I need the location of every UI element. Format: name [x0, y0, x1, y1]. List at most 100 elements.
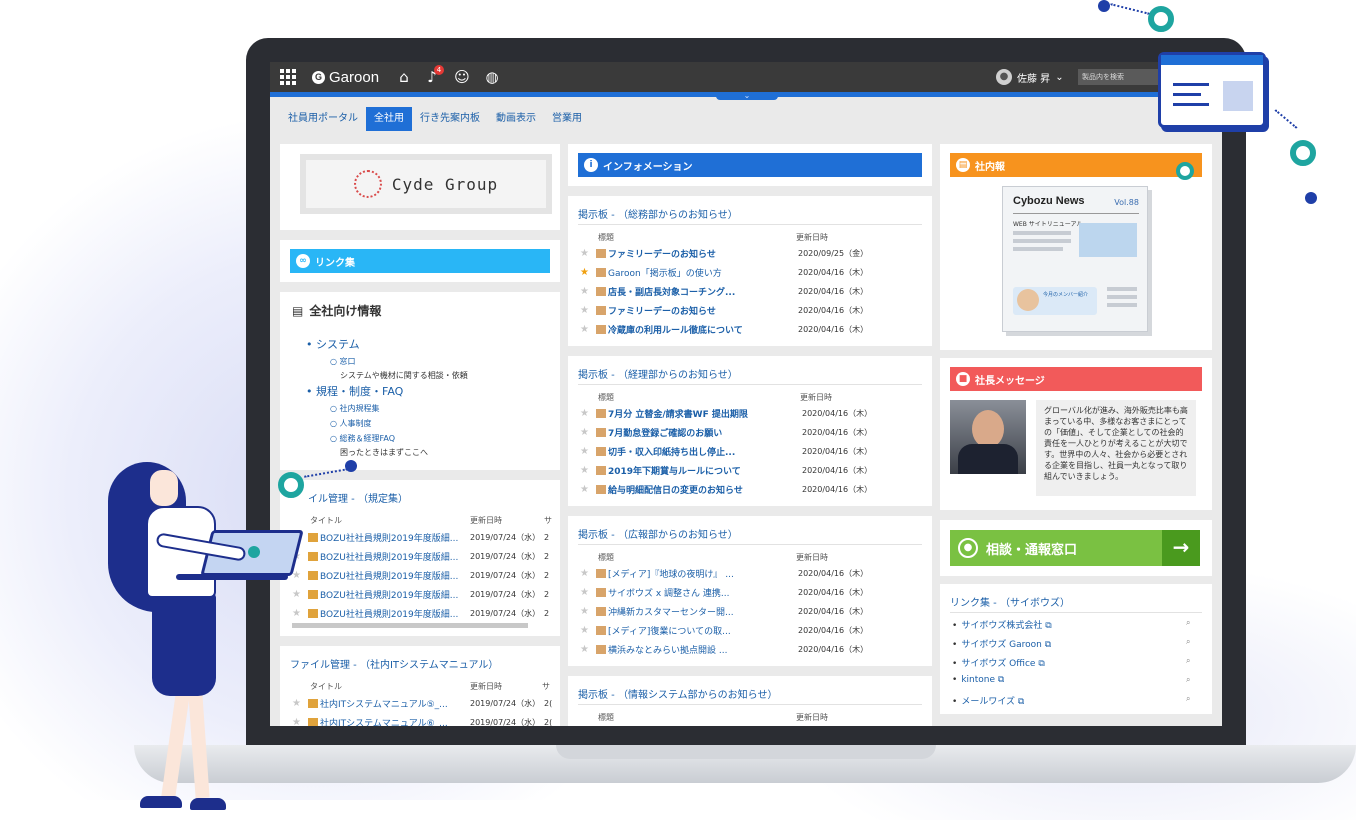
- col-extra: サ: [542, 682, 550, 691]
- table-row[interactable]: ★BOZU社社員規則2019年度版細...2019/07/24（水）2: [292, 604, 554, 623]
- cyde-logo-text: Cyde Group: [391, 174, 499, 194]
- decor-dotted-line: [1110, 3, 1150, 15]
- star-icon[interactable]: ★: [580, 427, 596, 438]
- tab-employee-portal[interactable]: 社員用ポータル: [280, 107, 366, 131]
- info-link-window[interactable]: ○ 窓口: [330, 356, 468, 367]
- info-link-rules[interactable]: • 規程・制度・FAQ: [306, 383, 468, 399]
- star-icon[interactable]: ★: [580, 408, 596, 419]
- table-row[interactable]: ★ サイボウズ x 調整さん 連携... 2020/04/16（木）: [580, 583, 924, 602]
- info-link-regulations[interactable]: ○ 社内規程集: [330, 403, 468, 414]
- board-title[interactable]: 掲示板 - （経理部からのお知らせ）: [578, 366, 738, 381]
- book-icon: [308, 609, 318, 618]
- information-header: i インフォメーション: [578, 153, 922, 177]
- home-icon[interactable]: ⌂: [394, 62, 414, 92]
- link-office[interactable]: • サイボウズ Office ⧉: [952, 656, 1045, 669]
- table-row[interactable]: ★ 2019年下期賞与ルールについて 2020/04/16（木）: [580, 461, 924, 480]
- table-row[interactable]: ★ ファミリーデーのお知らせ 2020/09/25（金）: [580, 244, 924, 263]
- star-icon[interactable]: ★: [580, 286, 596, 297]
- horizontal-scrollbar[interactable]: [292, 623, 528, 628]
- news-image: [1079, 223, 1137, 257]
- table-row[interactable]: ★ 横浜みなとみらい拠点開設 ... 2020/04/16（木）: [580, 640, 924, 659]
- table-row[interactable]: ★ [メディア]復業についての取... 2020/04/16（木）: [580, 621, 924, 640]
- star-icon[interactable]: ★: [580, 484, 596, 495]
- table-row[interactable]: ★ 7月勤怠登録ご確認のお願い 2020/04/16（木）: [580, 423, 924, 442]
- table-row[interactable]: ★BOZU社社員規則2019年度版細...2019/07/24（水）2: [292, 528, 554, 547]
- files-rules-panel: イル管理 - （規定集） タイトル 更新日時 サ ★BOZU社社員規則2019年…: [280, 480, 560, 636]
- link-icon: ∞: [296, 254, 310, 268]
- magnifier-icon[interactable]: ⌕: [1186, 694, 1190, 704]
- tab-video[interactable]: 動画表示: [488, 107, 544, 131]
- files-it-title[interactable]: ファイル管理 - （社内ITシステムマニュアル）: [290, 656, 498, 671]
- table-row[interactable]: ★ 冷蔵庫の利用ルール徹底について 2020/04/16（木）: [580, 320, 924, 339]
- grid-icon[interactable]: [280, 62, 298, 92]
- table-row[interactable]: ★ ファミリーデーのお知らせ 2020/04/16（木）: [580, 301, 924, 320]
- info-link-hr[interactable]: ○ 人事制度: [330, 418, 468, 429]
- newsletter-thumbnail[interactable]: Cybozu News Vol.88 WEB サイトリニューアル 今月のメンバー…: [1002, 186, 1148, 332]
- star-icon[interactable]: ★: [580, 568, 596, 579]
- table-row[interactable]: ★ [メディア]『地球の夜明け』 ... 2020/04/16（木）: [580, 564, 924, 583]
- files-rules-title[interactable]: イル管理 - （規定集）: [308, 490, 408, 505]
- star-icon[interactable]: ★: [580, 465, 596, 476]
- table-row[interactable]: ★ Garoon「掲示板」の使い方 2020/04/16（木）: [580, 263, 924, 282]
- links-header-label: リンク集: [315, 257, 355, 269]
- star-icon[interactable]: ★: [292, 589, 308, 600]
- cybozu-links-title[interactable]: リンク集 - （サイボウズ）: [950, 594, 1070, 609]
- book-icon: [308, 590, 318, 599]
- star-icon[interactable]: ★: [292, 698, 308, 709]
- garoon-logo[interactable]: G Garoon: [312, 62, 379, 92]
- decor-dotted-line: [1274, 109, 1298, 129]
- star-icon[interactable]: ★: [580, 267, 596, 278]
- bell-icon[interactable]: ♪ 4: [422, 62, 444, 92]
- consult-button[interactable]: ● 相談・通報窓口 →: [950, 530, 1200, 566]
- board-title[interactable]: 掲示板 - （情報システム部からのお知らせ）: [578, 686, 777, 701]
- document-icon: ▤: [292, 303, 304, 318]
- col-date: 更新日時: [796, 233, 828, 242]
- board-title[interactable]: 掲示板 - （広報部からのお知らせ）: [578, 526, 738, 541]
- board-title[interactable]: 掲示板 - （総務部からのお知らせ）: [578, 206, 738, 221]
- star-icon[interactable]: ★: [580, 606, 596, 617]
- tab-company-wide[interactable]: 全社用: [366, 107, 412, 131]
- star-icon[interactable]: ★: [580, 587, 596, 598]
- decor-ring: [1176, 162, 1194, 180]
- star-icon[interactable]: ★: [292, 570, 308, 581]
- info-link-system[interactable]: • システム: [306, 336, 468, 352]
- globe-icon[interactable]: ◍: [482, 62, 502, 92]
- table-row[interactable]: ★BOZU社社員規則2019年度版細...2019/07/24（水）2: [292, 585, 554, 604]
- star-icon[interactable]: ★: [580, 625, 596, 636]
- star-icon[interactable]: ★: [580, 644, 596, 655]
- star-icon[interactable]: ★: [580, 305, 596, 316]
- magnifier-icon[interactable]: ⌕: [1186, 675, 1190, 685]
- star-icon[interactable]: ★: [580, 248, 596, 259]
- table-row[interactable]: ★ 店長・副店長対象コーチング... 2020/04/16（木）: [580, 282, 924, 301]
- link-garoon[interactable]: • サイボウズ Garoon ⧉: [952, 637, 1051, 650]
- member-avatar: [1017, 289, 1039, 311]
- chevron-down-icon: ⌄: [1055, 71, 1064, 83]
- link-kintone[interactable]: • kintone ⧉: [952, 675, 1004, 685]
- star-icon[interactable]: ★: [580, 324, 596, 335]
- cyde-logo[interactable]: Cyde Group: [300, 154, 552, 214]
- star-icon[interactable]: ★: [580, 446, 596, 457]
- tab-sales[interactable]: 営業用: [544, 107, 590, 131]
- tab-whereabouts[interactable]: 行き先案内板: [412, 107, 488, 131]
- user-menu[interactable]: ● 佐藤 昇 ⌄: [996, 62, 1064, 92]
- table-row[interactable]: ★BOZU社社員規則2019年度版細...2019/07/24（水）2: [292, 566, 554, 585]
- star-icon[interactable]: ★: [292, 608, 308, 619]
- newsletter-header: ▤ 社内報: [950, 153, 1202, 177]
- table-row[interactable]: ★ 社内ITシステムマニュアル⑥_... 2019/07/24（水） 2(: [292, 713, 554, 726]
- table-row[interactable]: ★ 沖縄新カスタマーセンター開... 2020/04/16（木）: [580, 602, 924, 621]
- col-date: 更新日時: [470, 516, 502, 525]
- table-row[interactable]: ★BOZU社社員規則2019年度版細...2019/07/24（水）2: [292, 547, 554, 566]
- table-row[interactable]: ★ 社内ITシステムマニュアル⑤_... 2019/07/24（水） 2(: [292, 694, 554, 713]
- link-mailwise[interactable]: • メールワイズ ⧉: [952, 694, 1024, 707]
- smiley-icon[interactable]: ☺: [452, 62, 472, 92]
- link-cybozu-inc[interactable]: • サイボウズ株式会社 ⧉: [952, 618, 1052, 631]
- table-row[interactable]: ★ 切手・収入印紙持ち出し停止... 2020/04/16（木）: [580, 442, 924, 461]
- magnifier-icon[interactable]: ⌕: [1186, 618, 1190, 628]
- collapse-toggle[interactable]: ⌄: [716, 92, 778, 100]
- magnifier-icon[interactable]: ⌕: [1186, 656, 1190, 666]
- table-row[interactable]: ★ 給与明細配信日の変更のお知らせ 2020/04/16（木）: [580, 480, 924, 499]
- table-row[interactable]: ★ 7月分 立替金/請求書WF 提出期限 2020/04/16（木）: [580, 404, 924, 423]
- magnifier-icon[interactable]: ⌕: [1186, 637, 1190, 647]
- info-link-faq[interactable]: ○ 総務＆経理FAQ: [330, 433, 468, 444]
- star-icon[interactable]: ★: [292, 717, 308, 726]
